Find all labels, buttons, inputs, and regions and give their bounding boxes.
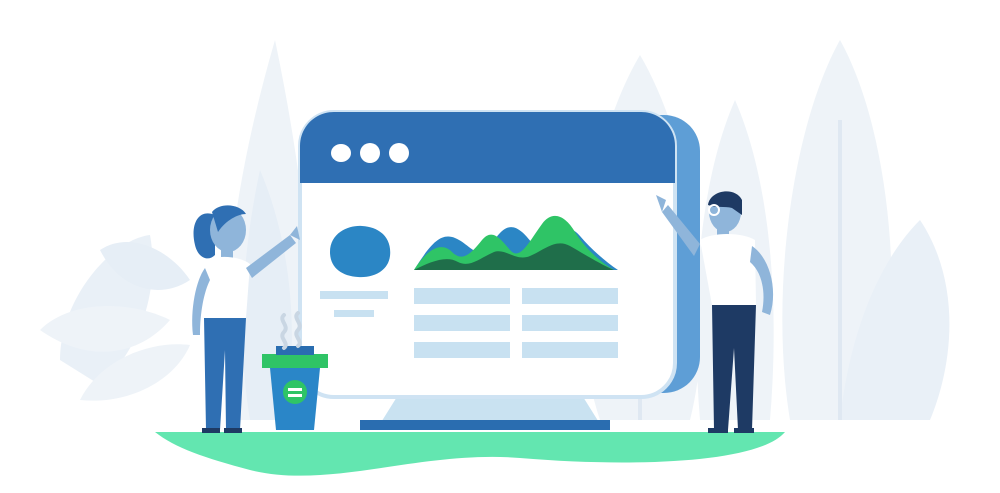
ground	[155, 432, 785, 476]
illustration-scene	[0, 0, 1000, 493]
browser-window	[298, 110, 700, 399]
avatar-blob-icon	[330, 225, 391, 278]
window-dots-icon	[331, 143, 409, 163]
avatar-caption-line-short	[334, 310, 374, 317]
avatar-caption-line	[320, 291, 388, 299]
illustration-canvas	[40, 40, 950, 476]
